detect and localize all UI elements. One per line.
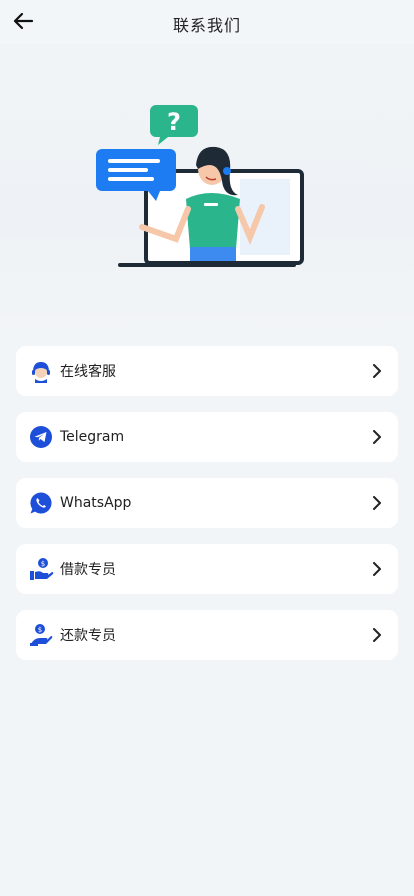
chevron-right-icon: [370, 364, 384, 378]
contact-item-telegram[interactable]: Telegram: [16, 412, 398, 462]
contact-item-label: WhatsApp: [60, 495, 132, 511]
contact-item-whatsapp[interactable]: WhatsApp: [16, 478, 398, 528]
contact-item-loan-specialist[interactable]: $ 借款专员: [16, 544, 398, 594]
customer-support-agent-illustration: ?: [96, 105, 304, 267]
top-nav-bar: 联系我们: [0, 0, 414, 44]
headset-agent-icon: [28, 358, 54, 384]
svg-text:$: $: [38, 626, 42, 634]
contact-item-online-service[interactable]: 在线客服: [16, 346, 398, 396]
contact-item-label: 还款专员: [60, 628, 116, 644]
page-title: 联系我们: [172, 16, 241, 35]
chevron-right-icon: [370, 496, 384, 510]
contact-item-label: 借款专员: [60, 562, 116, 578]
loan-hand-coin-icon: $: [28, 556, 54, 582]
whatsapp-icon: [28, 490, 54, 516]
contact-item-repayment-specialist[interactable]: $ 还款专员: [16, 610, 398, 660]
hero-illustration: ?: [0, 44, 414, 334]
contact-item-label: Telegram: [60, 429, 125, 445]
telegram-icon: [28, 424, 54, 450]
svg-text:$: $: [41, 560, 45, 568]
chevron-right-icon: [370, 562, 384, 576]
chevron-right-icon: [370, 430, 384, 444]
contact-list: 在线客服 Telegram WhatsApp $ 借款专员 $ 还款专员: [16, 346, 398, 676]
contact-item-label: 在线客服: [60, 364, 116, 380]
repay-hand-coin-icon: $: [28, 622, 54, 648]
chevron-right-icon: [370, 628, 384, 642]
question-mark: ?: [167, 108, 181, 136]
